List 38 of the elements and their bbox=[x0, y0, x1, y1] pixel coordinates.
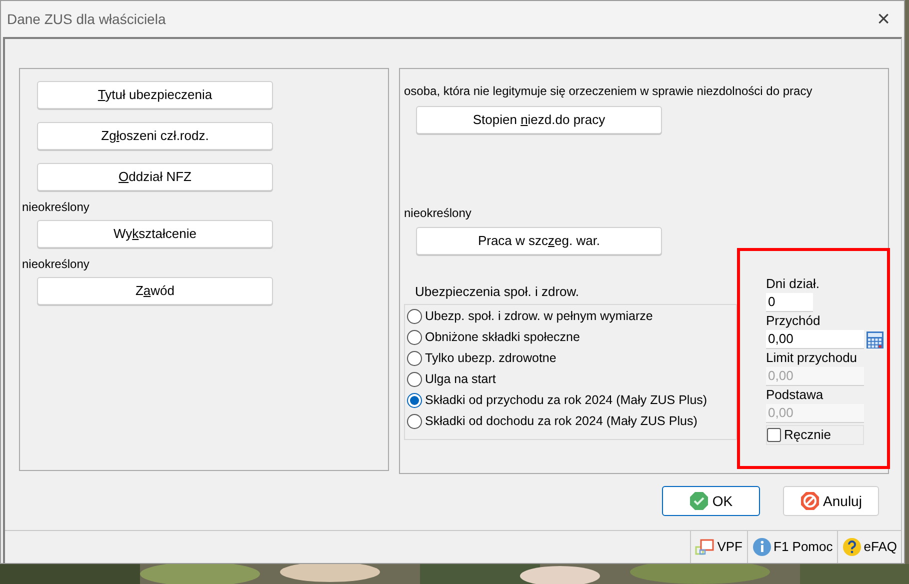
radio-option[interactable]: Obniżone składki społeczne bbox=[405, 326, 736, 348]
field-label: Limit przychodu bbox=[766, 349, 858, 367]
input-field[interactable]: 0,00 bbox=[766, 330, 864, 349]
check-icon bbox=[689, 491, 710, 511]
status-label: nieokreślony bbox=[403, 205, 472, 222]
status-bar-button[interactable]: VPF bbox=[690, 531, 746, 563]
dialog-button[interactable]: Oddział NFZ bbox=[37, 163, 273, 191]
checkbox-option[interactable]: Ręcznie bbox=[766, 425, 864, 445]
info-icon bbox=[752, 537, 772, 557]
dialog-button[interactable]: Wykształcenie bbox=[37, 220, 273, 248]
radio-option[interactable]: Składki od przychodu za rok 2024 (Mały ZUS Plus) bbox=[405, 390, 736, 410]
status-label: nieokreślony bbox=[21, 256, 90, 273]
radio-option[interactable]: Ubezp. społ. i zdrow. w pełnym wymiarze bbox=[405, 306, 736, 326]
field-label: Dni dział. bbox=[766, 275, 820, 293]
radio-option[interactable]: Ulga na start bbox=[405, 368, 736, 390]
dialog-button[interactable]: Tytuł ubezpieczenia bbox=[37, 81, 273, 109]
status-bar-button[interactable]: eFAQ bbox=[836, 531, 901, 563]
status-label: osoba, która nie legitymuje się orzeczeniem w sprawie niezdolności do pracy bbox=[403, 83, 814, 100]
cancel-button[interactable]: Anuluj bbox=[783, 486, 879, 516]
dialog-button[interactable]: Stopien niezd.do pracy bbox=[416, 106, 662, 134]
field-label: Przychód bbox=[766, 312, 820, 330]
close-button[interactable]: × bbox=[877, 8, 890, 30]
input-field[interactable]: 0 bbox=[766, 293, 813, 312]
window-title: Dane ZUS dla właściciela bbox=[7, 10, 166, 28]
ok-button[interactable]: OK bbox=[662, 486, 760, 516]
dialog-button[interactable]: Praca w szczeg. war. bbox=[416, 227, 662, 255]
status-bar-button[interactable]: F1 Pomoc bbox=[746, 531, 837, 563]
calculator-icon[interactable] bbox=[866, 330, 884, 348]
dialog-button[interactable]: Zgłoszeni czł.rodz. bbox=[37, 122, 273, 150]
field-label: Podstawa bbox=[766, 386, 824, 404]
question-icon bbox=[842, 537, 862, 557]
radio-option[interactable]: Tylko ubezp. zdrowotne bbox=[405, 348, 736, 368]
status-label: nieokreślony bbox=[21, 199, 90, 216]
radio-option[interactable]: Składki od dochodu za rok 2024 (Mały ZUS Plus) bbox=[405, 410, 736, 432]
prohibited-icon bbox=[800, 491, 820, 511]
group-title: Ubezpieczenia społ. i zdrow. bbox=[414, 283, 580, 301]
windows-icon bbox=[695, 538, 716, 556]
dialog-button[interactable]: Zawód bbox=[37, 277, 273, 305]
